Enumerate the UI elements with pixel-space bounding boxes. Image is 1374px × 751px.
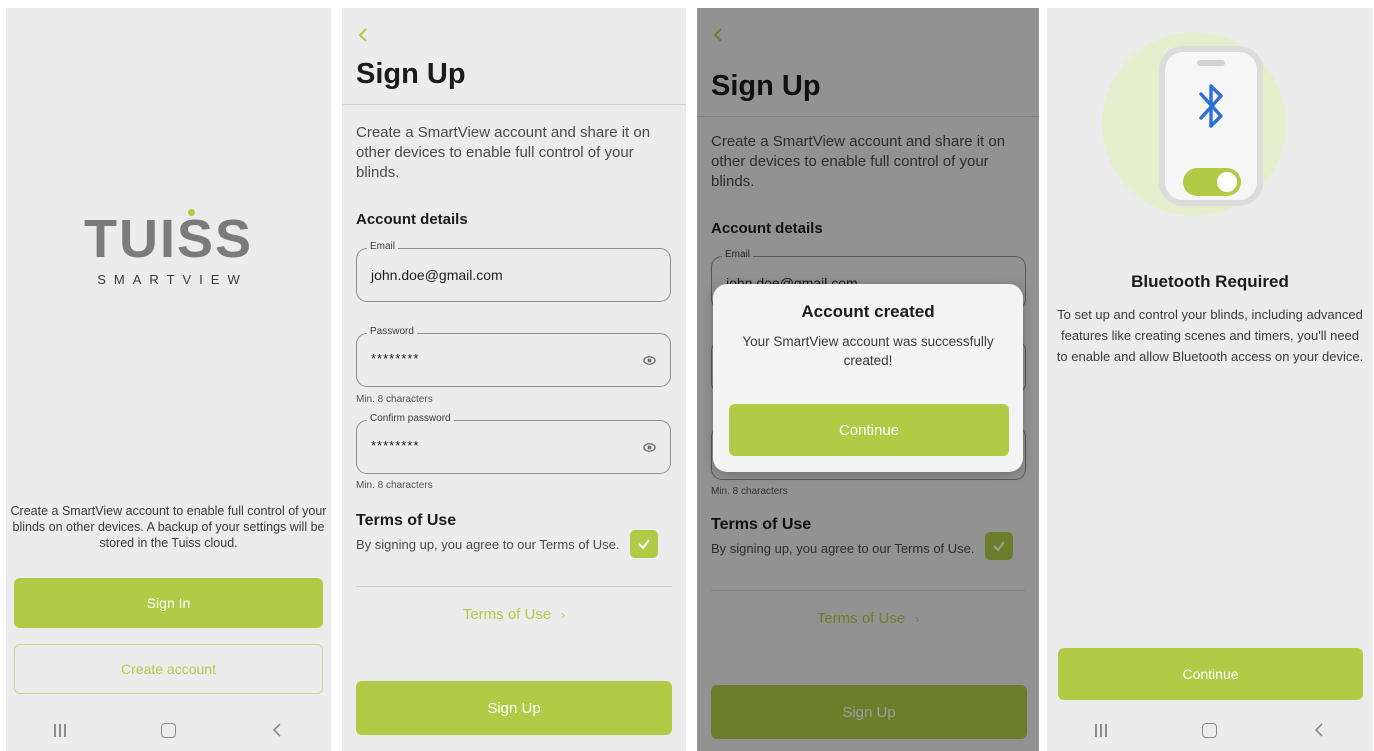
create-account-button[interactable]: Create account — [14, 644, 323, 694]
bluetooth-icon — [1199, 84, 1223, 128]
nav-back-button[interactable] — [257, 715, 297, 745]
welcome-description: Create a SmartView account to enable ful… — [10, 504, 327, 550]
password-field[interactable]: Password ******** — [356, 326, 671, 387]
phone-notch — [1197, 60, 1225, 66]
home-button[interactable] — [148, 715, 188, 745]
logo-subtitle: SMARTVIEW — [97, 272, 248, 287]
header-divider — [342, 104, 686, 105]
bluetooth-continue-button[interactable]: Continue — [1058, 648, 1363, 700]
email-value: john.doe@gmail.com — [371, 267, 503, 283]
logo-dot — [187, 209, 195, 216]
chevron-right-icon: › — [561, 608, 566, 622]
confirm-password-field[interactable]: Confirm password ******** — [356, 413, 671, 474]
confirm-password-label: Confirm password — [367, 413, 454, 424]
eye-icon[interactable] — [643, 441, 656, 454]
password-hint: Min. 8 characters — [356, 394, 433, 405]
terms-divider — [356, 586, 672, 587]
sign-in-button[interactable]: Sign In — [14, 578, 323, 628]
recent-apps-icon — [54, 723, 67, 737]
nav-back-button[interactable] — [1299, 715, 1339, 745]
sign-up-description: Create a SmartView account and share it … — [356, 124, 651, 181]
account-created-screen: Sign Up Create a SmartView account and s… — [697, 8, 1039, 751]
home-button[interactable] — [1190, 715, 1230, 745]
recent-apps-button[interactable] — [1081, 715, 1121, 745]
system-navbar — [6, 709, 331, 751]
account-details-heading: Account details — [356, 211, 468, 228]
dialog-title: Account created — [801, 302, 935, 321]
terms-title: Terms of Use — [356, 512, 457, 529]
eye-icon[interactable] — [643, 354, 656, 367]
home-icon — [1202, 722, 1218, 738]
recent-apps-icon — [1095, 723, 1108, 737]
email-field[interactable]: Email john.doe@gmail.com — [356, 241, 671, 302]
password-value: ******** — [371, 351, 420, 366]
dialog-message: Your SmartView account was successfully … — [742, 334, 994, 368]
welcome-screen: TUISS SMARTVIEW Create a SmartView accou… — [6, 8, 331, 751]
bluetooth-description: To set up and control your blinds, inclu… — [1056, 307, 1364, 364]
password-label: Password — [367, 326, 417, 337]
home-icon — [160, 722, 176, 738]
bluetooth-required-screen: Bluetooth Required To set up and control… — [1047, 8, 1373, 751]
toggle-knob — [1217, 172, 1237, 192]
chevron-left-icon[interactable] — [356, 26, 370, 44]
account-created-dialog: Account created Your SmartView account w… — [713, 284, 1023, 472]
email-label: Email — [367, 241, 399, 252]
back-icon — [1314, 723, 1323, 737]
terms-checkbox[interactable] — [630, 530, 658, 558]
terms-link-label: Terms of Use — [462, 606, 552, 623]
sign-up-button[interactable]: Sign Up — [356, 681, 672, 735]
check-icon — [638, 539, 650, 550]
confirm-password-hint: Min. 8 characters — [356, 480, 433, 491]
recent-apps-button[interactable] — [40, 715, 80, 745]
terms-of-use-link[interactable]: Terms of Use › — [342, 606, 686, 623]
system-navbar — [1047, 709, 1373, 751]
terms-text: By signing up, you agree to our Terms of… — [356, 537, 620, 552]
back-icon — [272, 723, 281, 737]
confirm-password-value: ******** — [371, 438, 420, 453]
logo-word: TUISS — [83, 209, 254, 269]
dialog-continue-button[interactable]: Continue — [729, 404, 1009, 456]
page-title: Sign Up — [356, 58, 466, 90]
phone-illustration — [1159, 46, 1263, 206]
sign-up-screen: Sign Up Create a SmartView account and s… — [342, 8, 686, 751]
bluetooth-toggle-illustration — [1183, 168, 1241, 196]
tuiss-logo: TUISS SMARTVIEW — [6, 209, 331, 287]
bluetooth-title: Bluetooth Required — [1131, 272, 1289, 291]
